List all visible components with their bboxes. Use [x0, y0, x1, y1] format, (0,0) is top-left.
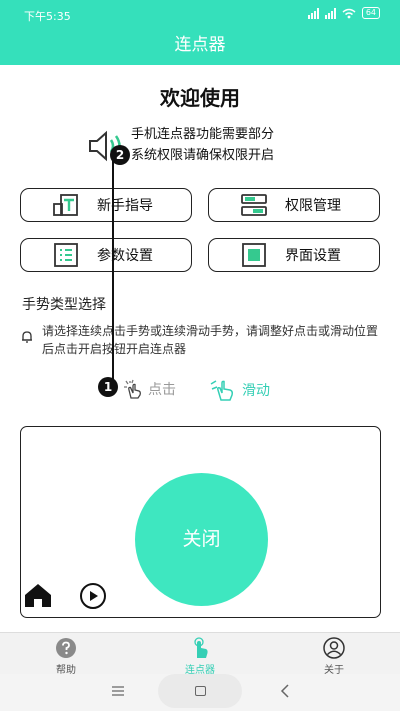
- list-icon: [54, 243, 78, 267]
- signal-icon: [307, 7, 319, 19]
- home-nav-button[interactable]: [158, 674, 242, 708]
- status-time: 下午5:35: [24, 10, 71, 23]
- tutorial-marker-1: 1: [98, 377, 118, 397]
- tutorial-connector-line: [112, 154, 114, 390]
- finger-tap-icon: [194, 637, 208, 658]
- params-label: 参数设置: [97, 248, 153, 264]
- user-icon: [323, 637, 345, 659]
- status-bar: 下午5:35 64: [0, 0, 400, 28]
- status-icons: 64: [307, 7, 380, 19]
- tab-help[interactable]: 帮助: [36, 637, 96, 676]
- gesture-click-label: 点击: [148, 382, 176, 398]
- notice-line-1: 手机连点器功能需要部分: [131, 127, 275, 142]
- bell-icon: [22, 331, 32, 343]
- app-title: 连点器: [0, 28, 400, 65]
- permission-button[interactable]: 权限管理: [208, 188, 380, 222]
- menu-icon[interactable]: [112, 686, 124, 696]
- swipe-icon: [210, 380, 233, 401]
- guide-button[interactable]: 新手指导: [20, 188, 192, 222]
- bottom-tab-bar: 帮助 连点器 关于: [0, 632, 400, 676]
- signal-icon-2: [324, 7, 336, 19]
- toggle-button[interactable]: 关闭: [135, 473, 268, 606]
- tutorial-marker-2: 2: [110, 145, 130, 165]
- guide-label: 新手指导: [97, 198, 153, 214]
- home-icon[interactable]: [23, 581, 53, 609]
- gesture-hint-text: 请选择连续点击手势或连续滑动手势，请调整好点击或滑动位置后点击开启按钮开启连点器: [42, 324, 379, 356]
- gesture-click-option[interactable]: 点击: [122, 378, 176, 400]
- notice-line-2: 系统权限请确保权限开启: [131, 148, 275, 163]
- battery-icon: 64: [361, 7, 380, 19]
- interface-label: 界面设置: [285, 248, 341, 264]
- back-icon[interactable]: [280, 684, 290, 698]
- clicker-panel: 关闭: [20, 426, 381, 618]
- square-icon: [195, 686, 206, 696]
- tab-about[interactable]: 关于: [304, 637, 364, 676]
- screen-icon: [242, 243, 266, 267]
- help-icon: [56, 638, 76, 658]
- welcome-heading: 欢迎使用: [160, 86, 240, 110]
- gesture-slide-label: 滑动: [242, 383, 270, 399]
- system-nav-bar: [0, 674, 400, 711]
- gesture-slide-option[interactable]: 滑动: [208, 378, 270, 402]
- tap-icon: [124, 379, 141, 399]
- tab-clicker[interactable]: 连点器: [170, 637, 230, 676]
- wifi-icon: [342, 8, 356, 18]
- guide-icon: [53, 194, 78, 216]
- permission-label: 权限管理: [285, 198, 341, 214]
- play-icon[interactable]: [77, 582, 109, 610]
- permission-icon: [241, 194, 267, 216]
- interface-button[interactable]: 界面设置: [208, 238, 380, 272]
- gesture-section-title: 手势类型选择: [22, 297, 106, 313]
- params-button[interactable]: 参数设置: [20, 238, 192, 272]
